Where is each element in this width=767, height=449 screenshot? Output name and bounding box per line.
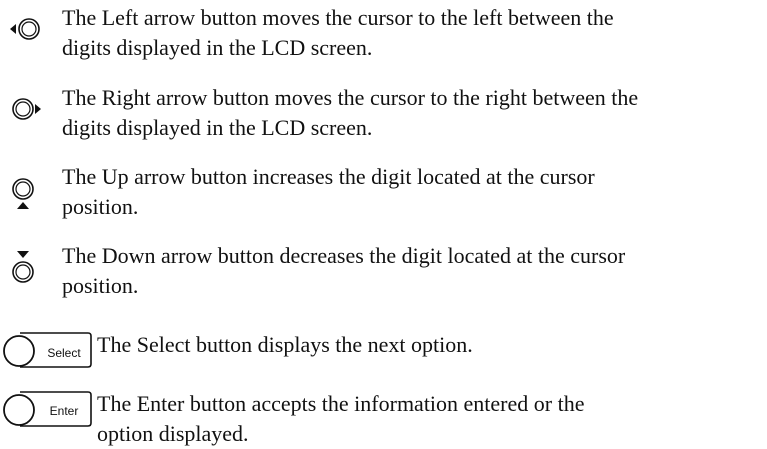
up-arrow-description: The Up arrow button increases the digit … [62,164,595,219]
enter-description: The Enter button accepts the information… [97,391,585,446]
left-arrow-description: The Left arrow button moves the cursor t… [62,5,614,60]
manual-page: { "items": [ { "icon": "left-arrow-butto… [0,0,767,449]
up-arrow-button-icon [12,178,34,209]
left-arrow-button-icon [10,18,40,40]
select-button-label: Select [47,346,81,360]
enter-button-label: Enter [50,404,79,418]
select-description: The Select button displays the next opti… [97,332,473,357]
down-arrow-description: The Down arrow button decreases the digi… [62,243,626,298]
right-arrow-description: The Right arrow button moves the cursor … [62,85,639,140]
right-arrow-button-icon [12,98,41,120]
enter-button-icon: Enter [3,391,92,427]
select-button-icon: Select [3,332,92,368]
down-arrow-button-icon [12,251,34,283]
